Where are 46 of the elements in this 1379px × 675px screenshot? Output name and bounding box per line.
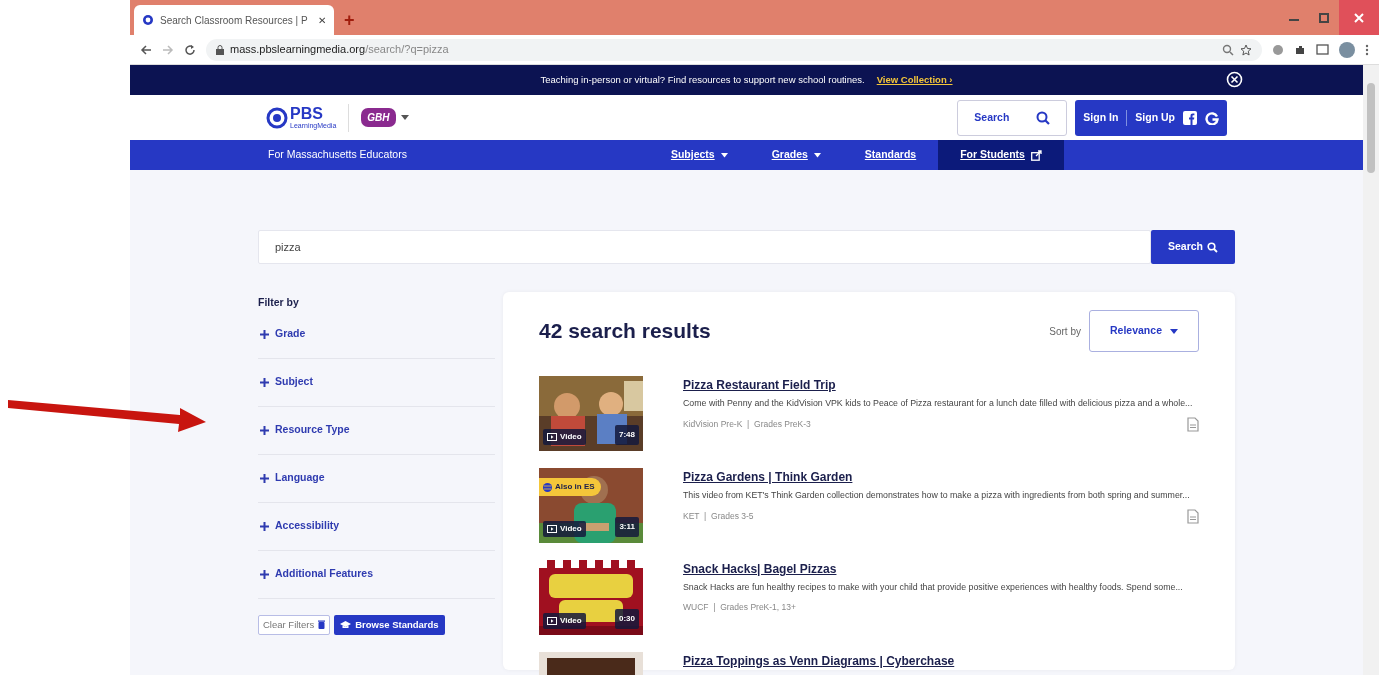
sign-up-link[interactable]: Sign Up [1135,109,1175,126]
duration-badge: 3:11 [615,517,639,537]
filter-toggle[interactable]: Accessibility [258,502,340,550]
language-badge: Also in ES [539,478,601,496]
result-source: KET | Grades 3-5 [683,510,754,524]
result-title[interactable]: Pizza Gardens | Think Garden [683,470,853,484]
filter-toggle[interactable]: Resource Type [258,406,350,454]
media-type-badge: Video [543,521,586,537]
result-description: Snack Hacks are fun healthy recipes to make with your child that provide positive experiences with healthy foods. Spend some... [683,581,1184,594]
search-button[interactable]: Search [1151,230,1235,264]
search-button[interactable]: Search [957,99,1068,136]
region-label: For Massachusetts Educators [267,147,408,163]
nav-link[interactable]: Subjects [648,140,750,170]
filter-toggle[interactable]: Grade [258,310,306,358]
nav-link[interactable]: For Students [938,140,1064,170]
filter-toggle[interactable]: Subject [258,358,313,406]
filter-heading: Filter by [258,295,300,310]
nav-link[interactable]: Grades [749,140,843,170]
nav-link[interactable]: Standards [842,140,939,170]
media-type-badge: Video [543,613,586,629]
station-logo[interactable]: GBH [361,108,396,127]
browse-standards-button[interactable]: Browse Standards [334,614,445,635]
filter-toggle[interactable]: Additional Features [258,550,373,598]
view-collection-link[interactable]: View Collection › [876,72,953,88]
sort-label: Sort by [1049,324,1081,339]
media-type-badge: Video [543,429,586,445]
result-title[interactable]: Snack Hacks| Bagel Pizzas [683,562,837,576]
result-title[interactable]: Pizza Toppings as Venn Diagrams | Cyberchase [683,654,955,668]
result-description: Come with Penny and the KidVision VPK kids to Peace of Pizza restaurant for a lunch date filled with delicious pizza and a whole... [683,397,1194,410]
result-source: WUCF | Grades PreK-1, 13+ [683,601,796,615]
result-source: KidVision Pre-K | Grades PreK-3 [683,418,811,432]
filter-toggle[interactable]: Language [258,454,325,502]
address-bar[interactable]: mass.pbslearningmedia.org/search/?q=pizza [206,38,1262,61]
result-title[interactable]: Pizza Restaurant Field Trip [683,378,836,392]
duration-badge: 0:30 [615,609,639,629]
sign-in-link[interactable]: Sign In [1083,109,1119,126]
clear-filters-button[interactable]: Clear Filters [258,614,331,635]
search-field[interactable]: pizza [258,230,1151,264]
result-description: This video from KET's Think Garden collection demonstrates how to make a pizza with ingredients from both spring and summer... [683,489,1191,502]
close-icon[interactable]: ✕ [318,12,326,28]
banner-text: Teaching in-person or virtual? Find resources to support new school routines. [540,72,865,87]
sort-dropdown[interactable]: Relevance [1089,310,1199,352]
results-count: 42 search results [539,318,711,344]
duration-badge: 7:48 [615,425,639,445]
tab-title: Search Classroom Resources | P [160,13,309,28]
browser-tab[interactable]: Search Classroom Resources | P ✕ [134,5,334,35]
